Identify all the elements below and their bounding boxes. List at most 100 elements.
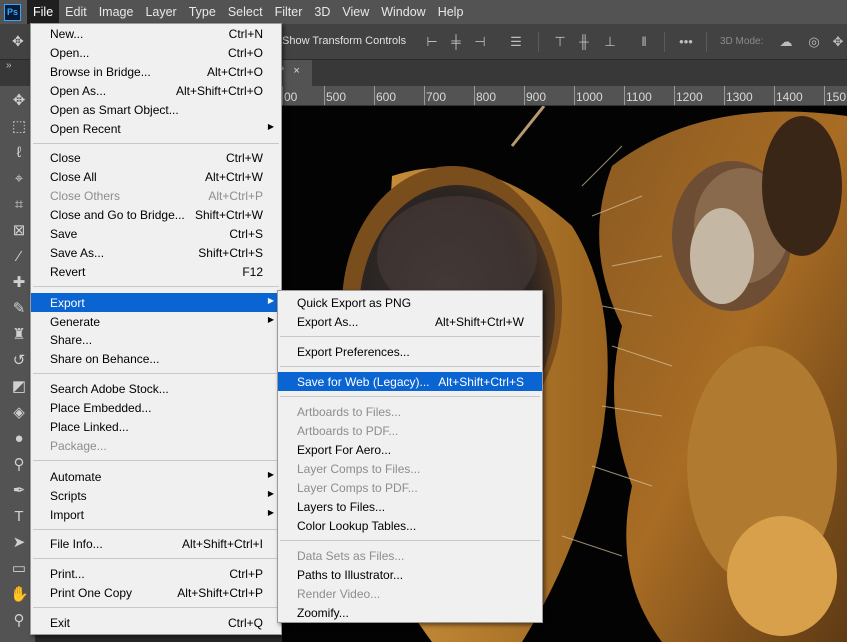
collapse-panel-icon[interactable]: » [6, 60, 12, 71]
file-menu-item[interactable]: Import ▶ [31, 505, 281, 524]
export-menu-item[interactable]: Color Lookup Tables... [278, 516, 542, 535]
3d-orbit-icon[interactable]: ☁ [778, 34, 794, 50]
crop-tool-icon[interactable]: ⌗ [10, 196, 28, 214]
menu-edit[interactable]: Edit [59, 0, 93, 24]
document-tab[interactable]: * × [278, 60, 312, 86]
frame-tool-icon[interactable]: ⊠ [10, 222, 28, 240]
menu-view[interactable]: View [336, 0, 375, 24]
menu-image[interactable]: Image [93, 0, 140, 24]
close-tab-icon[interactable]: × [293, 65, 299, 77]
show-transform-controls-label[interactable]: Show Transform Controls [282, 35, 406, 47]
pen-tool-icon[interactable]: ✒ [10, 482, 28, 500]
move-tool-icon[interactable]: ✥ [10, 92, 28, 110]
file-menu-item[interactable]: Close All Alt+Ctrl+W [31, 167, 281, 186]
export-menu-item: Artboards to PDF... [297, 424, 399, 438]
export-menu-item[interactable]: Layers to Files... [278, 497, 542, 516]
rectangle-tool-icon[interactable]: ▭ [10, 560, 28, 578]
file-menu-item[interactable]: Place Linked... [31, 417, 281, 436]
ruler-tick [774, 86, 775, 105]
distribute-icon[interactable]: ☰ [508, 34, 524, 50]
eraser-tool-icon[interactable]: ◩ [10, 378, 28, 396]
ruler-label: 800 [476, 90, 497, 104]
3d-roll-icon[interactable]: ◎ [806, 34, 822, 50]
history-brush-tool-icon[interactable]: ↺ [10, 352, 28, 370]
align-top-icon[interactable]: ⊤ [552, 34, 568, 50]
file-menu-item[interactable]: Revert F12 [31, 262, 281, 281]
menu-separator [280, 336, 540, 337]
file-menu-item[interactable]: Generate ▶ [31, 312, 281, 331]
menu-type[interactable]: Type [183, 0, 222, 24]
options-divider [664, 32, 665, 52]
file-menu-item[interactable]: Print One Copy Alt+Shift+Ctrl+P [31, 583, 281, 602]
file-menu-item[interactable]: Save Ctrl+S [31, 224, 281, 243]
options-divider [538, 32, 539, 52]
3d-pan-icon[interactable]: ✥ [830, 34, 846, 50]
align-bottom-icon[interactable]: ⊥ [602, 34, 618, 50]
more-options-icon[interactable]: ••• [678, 34, 694, 50]
file-menu-item[interactable]: Close and Go to Bridge... Shift+Ctrl+W [31, 205, 281, 224]
type-tool-icon[interactable]: T [10, 508, 28, 526]
distribute-vertical-icon[interactable]: ‖ [636, 34, 652, 50]
export-menu-item[interactable]: Quick Export as PNG [278, 293, 542, 312]
file-menu-item[interactable]: Place Embedded... [31, 398, 281, 417]
file-menu-item[interactable]: New... Ctrl+N [31, 24, 281, 43]
menu-filter[interactable]: Filter [269, 0, 309, 24]
export-menu-item[interactable]: Paths to Illustrator... [278, 565, 542, 584]
path-selection-tool-icon[interactable]: ➤ [10, 534, 28, 552]
menu-layer[interactable]: Layer [139, 0, 182, 24]
marquee-tool-icon[interactable]: ⬚ [10, 118, 28, 136]
ruler-label: 1400 [776, 90, 803, 104]
file-menu-item[interactable]: Automate ▶ [31, 467, 281, 486]
clone-stamp-tool-icon[interactable]: ♜ [10, 326, 28, 344]
file-menu-item[interactable]: Save As... Shift+Ctrl+S [31, 243, 281, 262]
eyedropper-tool-icon[interactable]: ⁄ [10, 248, 28, 266]
align-middle-icon[interactable]: ╫ [576, 34, 592, 50]
export-menu-item[interactable]: Export As... Alt+Shift+Ctrl+W [278, 312, 542, 331]
menu-3d[interactable]: 3D [308, 0, 336, 24]
export-menu-item[interactable]: Export Preferences... [278, 342, 542, 361]
align-center-icon[interactable]: ╪ [448, 34, 464, 50]
file-menu-item-export[interactable]: Export ▶ [31, 293, 281, 312]
options-divider [706, 32, 707, 52]
dodge-tool-icon[interactable]: ⚲ [10, 456, 28, 474]
menu-window[interactable]: Window [375, 0, 431, 24]
3d-mode-label: 3D Mode: [720, 36, 764, 47]
hand-tool-icon[interactable]: ✋ [10, 586, 29, 604]
menu-help[interactable]: Help [432, 0, 470, 24]
file-menu-item[interactable]: Scripts ▶ [31, 486, 281, 505]
export-menu-item: Layer Comps to Files... [297, 462, 421, 476]
align-left-icon[interactable]: ⊢ [424, 34, 440, 50]
export-menu-item[interactable]: Export For Aero... [278, 440, 542, 459]
submenu-arrow-icon: ▶ [267, 489, 274, 498]
ruler-label: 700 [426, 90, 447, 104]
file-menu-item[interactable]: Share... [31, 330, 281, 349]
align-right-icon[interactable]: ⊣ [472, 34, 488, 50]
file-menu-item[interactable]: Print... Ctrl+P [31, 564, 281, 583]
file-menu-item[interactable]: Share on Behance... [31, 349, 281, 368]
file-menu-item[interactable]: File Info... Alt+Shift+Ctrl+I [31, 534, 281, 553]
brush-tool-icon[interactable]: ✎ [10, 300, 28, 318]
menu-file[interactable]: File [27, 0, 60, 24]
export-menu-item[interactable]: Zoomify... [278, 603, 542, 622]
file-menu-item[interactable]: Close Ctrl+W [31, 148, 281, 167]
blur-tool-icon[interactable]: ● [10, 430, 28, 448]
file-menu-item[interactable]: Open Recent ▶ [31, 119, 281, 138]
zoom-tool-icon[interactable]: ⚲ [10, 612, 28, 630]
file-menu-item[interactable]: Open as Smart Object... [31, 100, 281, 119]
healing-brush-tool-icon[interactable]: ✚ [10, 274, 28, 292]
menu-separator [280, 396, 540, 397]
lasso-tool-icon[interactable]: ℓ [10, 144, 28, 162]
file-menu-item[interactable]: Open... Ctrl+O [31, 43, 281, 62]
move-tool-icon[interactable]: ✥ [12, 33, 28, 49]
ruler-tick [724, 86, 725, 105]
ruler-tick [424, 86, 425, 105]
menu-select[interactable]: Select [222, 0, 269, 24]
export-menu-item-save-for-web[interactable]: Save for Web (Legacy)... Alt+Shift+Ctrl+S [278, 372, 542, 391]
quick-select-tool-icon[interactable]: ⌖ [10, 170, 28, 188]
paint-bucket-tool-icon[interactable]: ◈ [10, 404, 28, 422]
file-menu-item[interactable]: Browse in Bridge... Alt+Ctrl+O [31, 62, 281, 81]
ruler-label: 500 [326, 90, 347, 104]
file-menu-item-exit[interactable]: Exit Ctrl+Q [31, 613, 281, 632]
file-menu-item[interactable]: Open As... Alt+Shift+Ctrl+O [31, 81, 281, 100]
file-menu-item[interactable]: Search Adobe Stock... [31, 379, 281, 398]
